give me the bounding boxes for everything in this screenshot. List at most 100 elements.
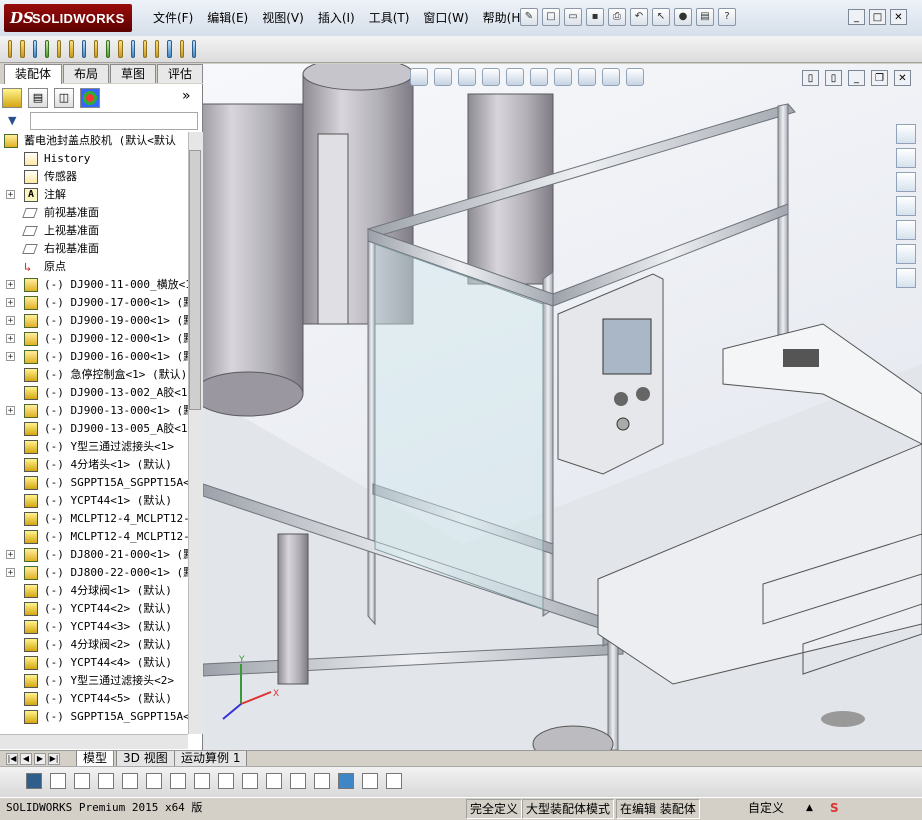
tree-item[interactable]: (-) 4分堵头<1> (默认) xyxy=(0,456,188,474)
offset-icon[interactable] xyxy=(194,773,210,789)
tree-item[interactable]: History xyxy=(0,150,188,168)
tree-scroll-thumb[interactable] xyxy=(189,150,201,410)
box-icon[interactable] xyxy=(314,773,330,789)
save-small-icon[interactable] xyxy=(26,773,42,789)
section-view-icon[interactable] xyxy=(482,68,500,86)
expand-toggle-icon[interactable]: + xyxy=(6,550,15,560)
tree-item[interactable]: 前视基准面 xyxy=(0,204,188,222)
tree-item[interactable]: + (-) DJ900-19-000<1> (默认 xyxy=(0,312,188,330)
component-pattern-icon[interactable] xyxy=(44,40,49,58)
circle-icon[interactable] xyxy=(98,773,114,789)
bill-of-materials-icon[interactable] xyxy=(130,40,135,58)
point-icon[interactable] xyxy=(50,773,66,789)
centerline-icon[interactable] xyxy=(146,773,162,789)
tree-root[interactable]: 蓄电池封盖点胶机 (默认<默认 xyxy=(0,132,188,150)
prev-tab-icon[interactable]: ◀ xyxy=(20,753,32,765)
expand-toggle-icon[interactable]: + xyxy=(6,568,15,578)
smart-fasteners-icon[interactable] xyxy=(57,40,62,58)
exploded-view-icon[interactable] xyxy=(142,40,147,58)
filter-icon[interactable]: ▼ xyxy=(8,114,16,127)
close-button[interactable]: ✕ xyxy=(890,9,907,25)
design-library-icon[interactable] xyxy=(896,148,916,168)
tree-item[interactable]: (-) YCPT44<1> (默认) xyxy=(0,492,188,510)
assembly-model[interactable]: Y X xyxy=(203,64,922,750)
view-orientation-icon[interactable] xyxy=(506,68,524,86)
menu-view[interactable]: 视图(V) xyxy=(255,10,311,26)
restore-button[interactable]: □ xyxy=(869,9,886,25)
insert-component-icon[interactable] xyxy=(20,40,25,58)
expand-toggle-icon[interactable]: + xyxy=(6,406,15,416)
units-dropdown-icon[interactable]: ▲ xyxy=(806,799,813,817)
file-explorer-icon[interactable] xyxy=(896,172,916,192)
tab-evaluate[interactable]: 评估 xyxy=(157,64,204,83)
tree-item[interactable]: (-) MCLPT12-4_MCLPT12-4< xyxy=(0,528,188,546)
tree-item[interactable]: (-) MCLPT12-4_MCLPT12-4< xyxy=(0,510,188,528)
property-manager-tab-icon[interactable]: ▤ xyxy=(28,88,48,108)
tab-motion-study-1[interactable]: 运动算例 1 xyxy=(174,751,248,767)
move-component-icon[interactable] xyxy=(69,40,74,58)
assembly-features-icon[interactable] xyxy=(93,40,98,58)
viewport-close-button[interactable]: ✕ xyxy=(894,70,911,86)
tab-assembly[interactable]: 装配体 xyxy=(4,64,63,85)
solidworks-logo[interactable]: DS SOLIDWORKS xyxy=(4,4,132,32)
interference-detection-icon[interactable] xyxy=(167,40,172,58)
menu-tools[interactable]: 工具(T) xyxy=(362,10,417,26)
select-arrow-icon[interactable]: ↖ xyxy=(652,8,670,26)
tree-item[interactable]: (-) SGPPT15A_SGPPT15A<1> xyxy=(0,474,188,492)
zoom-to-area-icon[interactable] xyxy=(434,68,452,86)
tree-item[interactable]: + (-) DJ900-13-000<1> (默认 xyxy=(0,402,188,420)
menu-file[interactable]: 文件(F) xyxy=(146,10,200,26)
display-style-icon[interactable] xyxy=(530,68,548,86)
print-icon[interactable]: ⎙ xyxy=(608,8,626,26)
tab-model[interactable]: 模型 xyxy=(76,751,115,767)
tree-item[interactable]: + A 注解 xyxy=(0,186,188,204)
speedpak-icon[interactable] xyxy=(191,40,196,58)
view-settings-icon[interactable] xyxy=(626,68,644,86)
ime-indicator-icon[interactable]: S xyxy=(830,799,839,817)
pin-icon[interactable]: ✎ xyxy=(520,8,538,26)
previous-view-icon[interactable] xyxy=(458,68,476,86)
display-manager-tab-icon[interactable] xyxy=(80,88,100,108)
custom-properties-icon[interactable] xyxy=(896,244,916,264)
explode-line-sketch-icon[interactable] xyxy=(155,40,160,58)
edit-component-icon[interactable] xyxy=(8,40,13,58)
tab-3d-view[interactable]: 3D 视图 xyxy=(116,751,175,767)
tree-item[interactable]: (-) 4分球阀<2> (默认) xyxy=(0,636,188,654)
menu-window[interactable]: 窗口(W) xyxy=(416,10,475,26)
trim-icon[interactable] xyxy=(122,773,138,789)
appearances-scenes-icon[interactable] xyxy=(896,220,916,240)
expand-toggle-icon[interactable]: + xyxy=(6,316,15,326)
tree-item[interactable]: + (-) DJ800-22-000<1> (默认 xyxy=(0,564,188,582)
help-icon[interactable]: ? xyxy=(718,8,736,26)
minimize-button[interactable]: _ xyxy=(848,9,865,25)
tree-item[interactable]: (-) DJ900-13-005_A胶<1> xyxy=(0,420,188,438)
last-tab-icon[interactable]: ▶| xyxy=(48,753,60,765)
tab-sketch[interactable]: 草图 xyxy=(110,64,157,83)
smart-dimension-icon[interactable] xyxy=(242,773,258,789)
new-motion-study-icon[interactable] xyxy=(118,40,123,58)
expand-toggle-icon[interactable]: + xyxy=(6,352,15,362)
grid-icon[interactable] xyxy=(266,773,282,789)
rebuild-traffic-light-icon[interactable]: ● xyxy=(674,8,692,26)
expand-toggle-icon[interactable]: + xyxy=(6,298,15,308)
save-icon[interactable]: ▪ xyxy=(586,8,604,26)
solidworks-forum-icon[interactable] xyxy=(896,268,916,288)
tree-item[interactable]: + (-) DJ900-16-000<1> (默认 xyxy=(0,348,188,366)
table-icon[interactable] xyxy=(386,773,402,789)
viewport-tile-icon[interactable]: ▯ xyxy=(802,70,819,86)
tree-horizontal-scrollbar[interactable] xyxy=(0,734,188,749)
plane-icon[interactable] xyxy=(290,773,306,789)
tree-item[interactable]: (-) YCPT44<2> (默认) xyxy=(0,600,188,618)
glue-tank-left[interactable] xyxy=(203,103,304,417)
tree-item[interactable]: (-) DJ900-13-002_A胶<1> xyxy=(0,384,188,402)
viewport-split-icon[interactable]: ▯ xyxy=(825,70,842,86)
instant3d-icon[interactable] xyxy=(179,40,184,58)
tree-item[interactable]: (-) 4分球阀<1> (默认) xyxy=(0,582,188,600)
tree-item[interactable]: + (-) DJ900-11-000_横放<1> xyxy=(0,276,188,294)
edit-appearance-icon[interactable] xyxy=(578,68,596,86)
configuration-manager-tab-icon[interactable]: ◫ xyxy=(54,88,74,108)
tree-item[interactable]: (-) YCPT44<5> (默认) xyxy=(0,690,188,708)
file-properties-icon[interactable]: ▤ xyxy=(696,8,714,26)
view-palette-icon[interactable] xyxy=(896,196,916,216)
feature-manager-tab-icon[interactable] xyxy=(2,88,22,108)
